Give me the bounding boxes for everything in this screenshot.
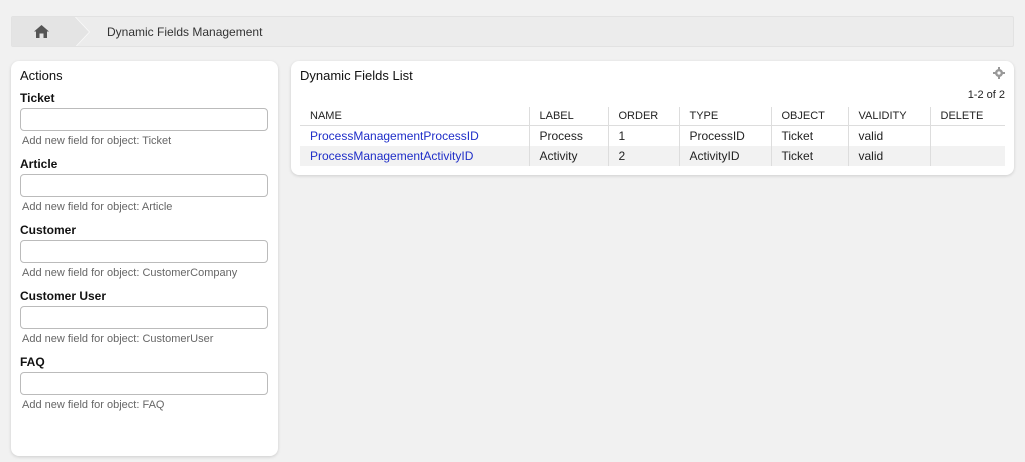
breadcrumb-title: Dynamic Fields Management xyxy=(107,25,263,39)
home-icon xyxy=(34,25,49,38)
dynamic-fields-list-panel: Dynamic Fields List 1-2 of 2 NAME LABEL … xyxy=(291,61,1014,175)
hint-article: Add new field for object: Article xyxy=(22,201,173,213)
cell-type: ActivityID xyxy=(679,145,772,166)
actions-title: Actions xyxy=(20,68,63,83)
cell-order: 1 xyxy=(608,125,680,146)
breadcrumb: Dynamic Fields Management xyxy=(11,16,1014,47)
action-group-customer-user: Customer User Add new field for object: … xyxy=(20,289,269,345)
cell-label: Process xyxy=(529,125,609,146)
cell-delete xyxy=(930,126,1005,146)
column-header-order[interactable]: ORDER xyxy=(608,107,680,126)
cell-label: Activity xyxy=(529,145,609,166)
add-field-select-faq[interactable] xyxy=(20,372,268,395)
column-header-type[interactable]: TYPE xyxy=(679,107,772,126)
cell-object: Ticket xyxy=(771,145,849,166)
group-label-customer: Customer xyxy=(20,223,77,237)
action-group-faq: FAQ Add new field for object: FAQ xyxy=(20,355,269,411)
hint-customer-user: Add new field for object: CustomerUser xyxy=(22,333,214,345)
group-label-customer-user: Customer User xyxy=(20,289,107,303)
field-name-link[interactable]: ProcessManagementProcessID xyxy=(310,129,479,143)
breadcrumb-separator xyxy=(74,17,89,46)
column-header-label[interactable]: LABEL xyxy=(529,107,609,126)
pagination-info: 1-2 of 2 xyxy=(967,89,1005,101)
breadcrumb-home-button[interactable] xyxy=(12,17,74,46)
hint-customer: Add new field for object: CustomerCompan… xyxy=(22,267,238,279)
cell-name[interactable]: ProcessManagementProcessID xyxy=(300,125,530,146)
add-field-select-ticket[interactable] xyxy=(20,108,268,131)
actions-panel: Actions Ticket Add new field for object:… xyxy=(11,61,278,456)
action-group-customer: Customer Add new field for object: Custo… xyxy=(20,223,269,279)
add-field-select-customer[interactable] xyxy=(20,240,268,263)
add-field-select-customer-user[interactable] xyxy=(20,306,268,329)
group-label-faq: FAQ xyxy=(20,355,45,369)
table-header-row: NAME LABEL ORDER TYPE OBJECT VALIDITY DE… xyxy=(300,107,1005,126)
group-label-article: Article xyxy=(20,157,58,171)
column-header-name[interactable]: NAME xyxy=(300,107,530,126)
gear-icon[interactable] xyxy=(993,67,1005,79)
cell-type: ProcessID xyxy=(679,125,772,146)
list-title: Dynamic Fields List xyxy=(300,68,413,83)
table-row[interactable]: ProcessManagementProcessID Process 1 Pro… xyxy=(300,125,1005,146)
table-row[interactable]: ProcessManagementActivityID Activity 2 A… xyxy=(300,145,1005,166)
field-name-link[interactable]: ProcessManagementActivityID xyxy=(310,149,473,163)
column-header-validity[interactable]: VALIDITY xyxy=(848,107,931,126)
cell-object: Ticket xyxy=(771,125,849,146)
cell-delete xyxy=(930,145,1005,166)
add-field-select-article[interactable] xyxy=(20,174,268,197)
cell-validity: valid xyxy=(848,125,931,146)
hint-ticket: Add new field for object: Ticket xyxy=(22,135,172,147)
cell-order: 2 xyxy=(608,145,680,166)
hint-faq: Add new field for object: FAQ xyxy=(22,399,165,411)
dynamic-fields-table: NAME LABEL ORDER TYPE OBJECT VALIDITY DE… xyxy=(300,107,1005,166)
column-header-object[interactable]: OBJECT xyxy=(771,107,849,126)
cell-name[interactable]: ProcessManagementActivityID xyxy=(300,145,530,166)
action-group-ticket: Ticket Add new field for object: Ticket xyxy=(20,91,269,147)
column-header-delete: DELETE xyxy=(930,107,1005,126)
group-label-ticket: Ticket xyxy=(20,91,55,105)
cell-validity: valid xyxy=(848,145,931,166)
action-group-article: Article Add new field for object: Articl… xyxy=(20,157,269,213)
